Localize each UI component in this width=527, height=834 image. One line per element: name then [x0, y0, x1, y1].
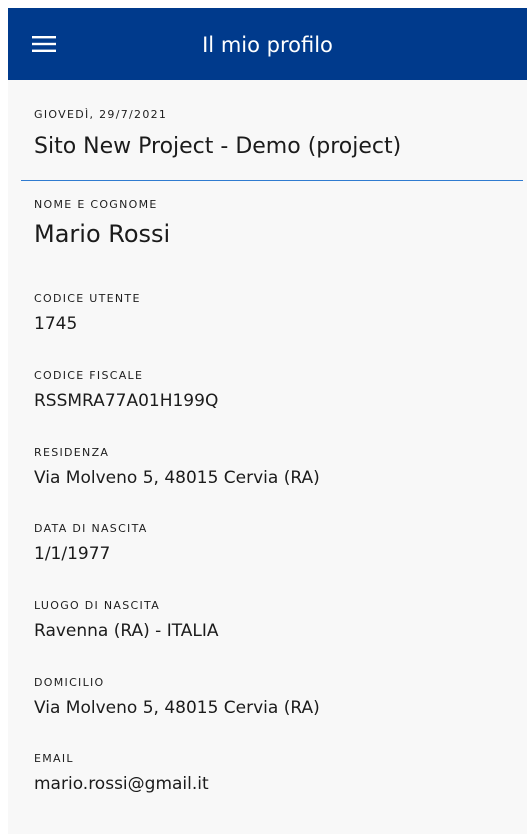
birth-date-value: 1/1/1977 — [34, 544, 111, 564]
field-label: RESIDENZA — [34, 446, 110, 459]
page-title: Il mio profilo — [202, 33, 333, 57]
app-bar: Il mio profilo — [8, 8, 527, 80]
tax-code-value: RSSMRA77A01H199Q — [34, 391, 219, 411]
site-header: GIOVEDÌ, 29/7/2021 Sito New Project - De… — [34, 108, 401, 159]
site-title: Sito New Project - Demo (project) — [34, 134, 402, 159]
field-label: DOMICILIO — [34, 676, 105, 689]
field-full-name: NOME E COGNOME Mario Rossi — [34, 198, 170, 248]
field-label: CODICE UTENTE — [34, 292, 141, 305]
header-divider — [21, 180, 523, 181]
profile-screen: Il mio profilo GIOVEDÌ, 29/7/2021 Sito N… — [8, 8, 527, 834]
field-label: LUOGO DI NASCITA — [34, 599, 161, 612]
field-residence: RESIDENZA Via Molveno 5, 48015 Cervia (R… — [34, 446, 320, 488]
field-birth-date: DATA DI NASCITA 1/1/1977 — [34, 522, 148, 564]
field-domicile: DOMICILIO Via Molveno 5, 48015 Cervia (R… — [34, 676, 320, 718]
field-label: EMAIL — [34, 752, 74, 765]
residence-value: Via Molveno 5, 48015 Cervia (RA) — [34, 468, 320, 488]
field-user-code: CODICE UTENTE 1745 — [34, 292, 141, 334]
field-label: NOME E COGNOME — [34, 198, 158, 211]
field-label: DATA DI NASCITA — [34, 522, 148, 535]
current-date: GIOVEDÌ, 29/7/2021 — [34, 108, 168, 121]
field-birth-place: LUOGO DI NASCITA Ravenna (RA) - ITALIA — [34, 599, 219, 641]
field-tax-code: CODICE FISCALE RSSMRA77A01H199Q — [34, 369, 218, 411]
birth-place-value: Ravenna (RA) - ITALIA — [34, 621, 219, 641]
email-value: mario.rossi@gmail.it — [34, 774, 209, 794]
domicile-value: Via Molveno 5, 48015 Cervia (RA) — [34, 698, 320, 718]
full-name-value: Mario Rossi — [34, 220, 171, 248]
field-label: CODICE FISCALE — [34, 369, 144, 382]
user-code-value: 1745 — [34, 314, 78, 334]
field-email: EMAIL mario.rossi@gmail.it — [34, 752, 209, 794]
